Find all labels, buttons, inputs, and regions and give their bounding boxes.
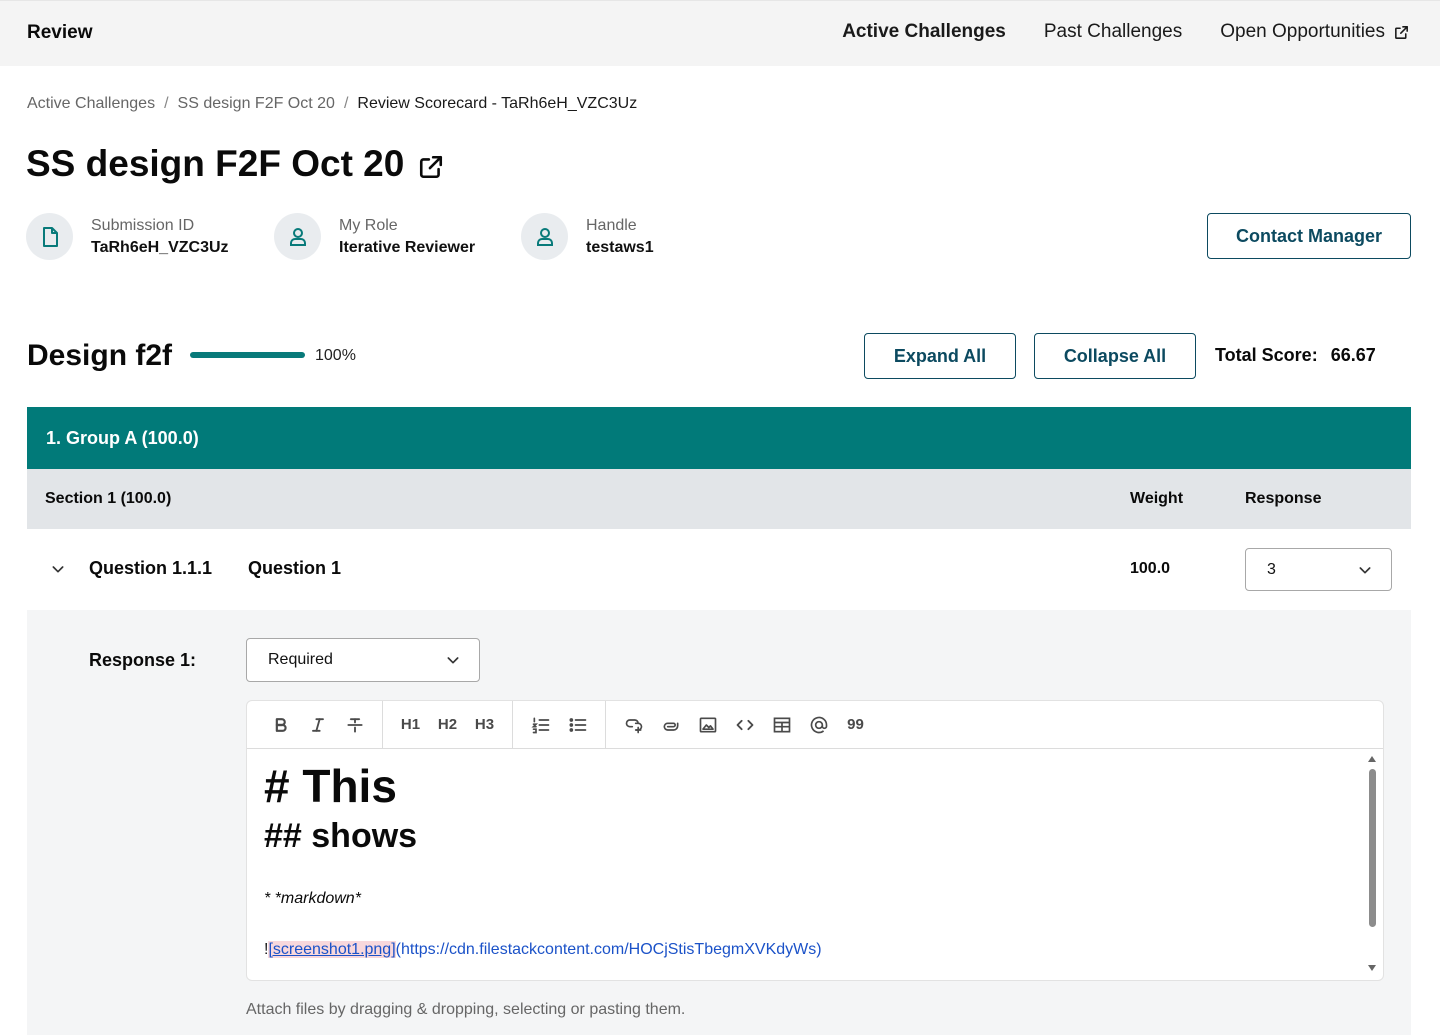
scroll-up-arrow-icon[interactable] — [1368, 756, 1376, 762]
page-title-row: SS design F2F Oct 20 — [26, 143, 444, 185]
selected-value: 3 — [1267, 560, 1276, 578]
image-icon[interactable] — [689, 710, 726, 740]
main-nav: Active Challenges Past Challenges Open O… — [842, 21, 1410, 43]
toolbar-group-insert: 99 — [606, 701, 883, 749]
content-heading-1: # This — [264, 760, 397, 812]
image-url[interactable]: (https://cdn.filestackcontent.com/HOCjSt… — [396, 941, 822, 958]
contact-manager-button[interactable]: Contact Manager — [1207, 213, 1411, 259]
editor-content[interactable]: # This ## shows * *markdown* ![screensho… — [264, 761, 1353, 959]
group-label: 1. Group A (100.0) — [46, 427, 199, 448]
group-header: 1. Group A (100.0) — [27, 407, 1411, 469]
role-info: My Role Iterative Reviewer — [274, 213, 475, 260]
scroll-down-arrow-icon[interactable] — [1368, 965, 1376, 971]
document-icon — [42, 226, 58, 247]
total-score-label: Total Score: — [1215, 345, 1318, 365]
markdown-editor[interactable]: H1 H2 H3 99 # This ## shows * *markdown*… — [246, 700, 1384, 981]
nav-label: Active Challenges — [842, 21, 1006, 42]
code-icon[interactable] — [726, 710, 763, 740]
response-column-header: Response — [1245, 490, 1322, 507]
heading-3-button[interactable]: H3 — [466, 710, 503, 740]
submission-id-value: TaRh6eH_VZC3Uz — [91, 238, 229, 256]
user-icon — [536, 227, 553, 246]
handle-value: testaws1 — [586, 238, 654, 256]
nav-active-challenges[interactable]: Active Challenges — [842, 21, 1006, 43]
submission-icon-wrapper — [26, 213, 73, 260]
strikethrough-icon[interactable] — [336, 710, 373, 740]
scorecard-title: Design f2f — [27, 339, 173, 372]
response-label: Response 1: — [89, 650, 197, 670]
section-header: Section 1 (100.0) Weight Response — [27, 469, 1411, 529]
content-heading-2: ## shows — [264, 816, 418, 855]
selected-value: Required — [268, 651, 333, 668]
nav-past-challenges[interactable]: Past Challenges — [1044, 21, 1182, 43]
collapse-all-button[interactable]: Collapse All — [1034, 333, 1196, 379]
role-label: My Role — [339, 216, 398, 234]
external-link-icon — [1395, 25, 1408, 39]
top-navigation-bar: Review Active Challenges Past Challenges… — [0, 0, 1440, 66]
editor-scrollbar[interactable] — [1367, 753, 1377, 977]
total-score-value: 66.67 — [1330, 345, 1376, 365]
response-type-select[interactable]: Required — [246, 638, 480, 682]
role-value: Iterative Reviewer — [339, 238, 476, 256]
handle-icon-wrapper — [521, 213, 568, 260]
progress-label: 100% — [315, 347, 356, 364]
user-icon — [289, 227, 306, 246]
question-name: Question 1 — [248, 558, 342, 578]
handle-info: Handle testaws1 — [521, 213, 654, 260]
role-icon-wrapper — [274, 213, 321, 260]
nav-open-opportunities[interactable]: Open Opportunities — [1220, 21, 1410, 43]
submission-info: Submission ID TaRh6eH_VZC3Uz — [26, 213, 229, 260]
quote-icon[interactable]: 99 — [837, 710, 874, 740]
weight-column-header: Weight — [1130, 490, 1184, 507]
mention-icon[interactable] — [800, 710, 837, 740]
nav-label: Open Opportunities — [1220, 21, 1385, 42]
progress-bar — [190, 352, 305, 358]
question-weight: 100.0 — [1130, 560, 1171, 577]
ordered-list-icon[interactable] — [522, 710, 559, 740]
breadcrumb-challenge[interactable]: SS design F2F Oct 20 — [178, 95, 335, 113]
breadcrumb-current: Review Scorecard - TaRh6eH_VZC3Uz — [357, 95, 638, 112]
total-score: Total Score: 66.67 — [1215, 345, 1376, 366]
page-title: SS design F2F Oct 20 — [26, 143, 405, 184]
bold-icon[interactable] — [262, 710, 299, 740]
scrollbar-thumb[interactable] — [1369, 769, 1376, 927]
brand-title[interactable]: Review — [27, 22, 92, 44]
breadcrumb-active-challenges[interactable]: Active Challenges — [27, 95, 155, 113]
table-icon[interactable] — [763, 710, 800, 740]
chevron-down-icon[interactable] — [50, 561, 66, 577]
expand-all-button[interactable]: Expand All — [864, 333, 1016, 379]
editor-toolbar: H1 H2 H3 99 — [247, 701, 1383, 749]
question-id: Question 1.1.1 — [89, 558, 213, 578]
external-link-icon[interactable] — [418, 154, 444, 180]
chevron-down-icon — [1359, 566, 1371, 573]
italic-icon[interactable] — [299, 710, 336, 740]
content-list-item: * *markdown* — [264, 889, 361, 907]
toolbar-group-format — [253, 701, 383, 749]
nav-label: Past Challenges — [1043, 21, 1183, 42]
link-icon[interactable] — [615, 710, 652, 740]
chevron-down-icon — [447, 657, 459, 664]
progress-bar-fill — [190, 352, 305, 358]
question-row: Question 1.1.1 Question 1 100.0 3 — [27, 529, 1411, 610]
response-panel: Response 1: Required H1 H2 H3 99 # This … — [27, 610, 1411, 1035]
section-label: Section 1 (100.0) — [45, 490, 172, 507]
breadcrumb: Active Challenges / SS design F2F Oct 20… — [27, 95, 637, 113]
bullet-list-icon[interactable] — [559, 710, 596, 740]
attachment-icon[interactable] — [652, 710, 689, 740]
toolbar-group-lists — [513, 701, 606, 749]
toolbar-group-headings: H1 H2 H3 — [383, 701, 513, 749]
breadcrumb-separator: / — [343, 95, 349, 112]
breadcrumb-separator: / — [164, 95, 169, 112]
attach-files-hint: Attach files by dragging & dropping, sel… — [246, 1001, 686, 1018]
heading-2-button[interactable]: H2 — [429, 710, 466, 740]
handle-label: Handle — [586, 216, 637, 234]
content-image-markdown: ![screenshot1.png](https://cdn.filestack… — [264, 940, 1353, 959]
submission-id-label: Submission ID — [91, 216, 195, 234]
question-response-select[interactable]: 3 — [1245, 548, 1392, 591]
heading-1-button[interactable]: H1 — [392, 710, 429, 740]
image-alt-text[interactable]: [screenshot1.png] — [268, 940, 396, 958]
